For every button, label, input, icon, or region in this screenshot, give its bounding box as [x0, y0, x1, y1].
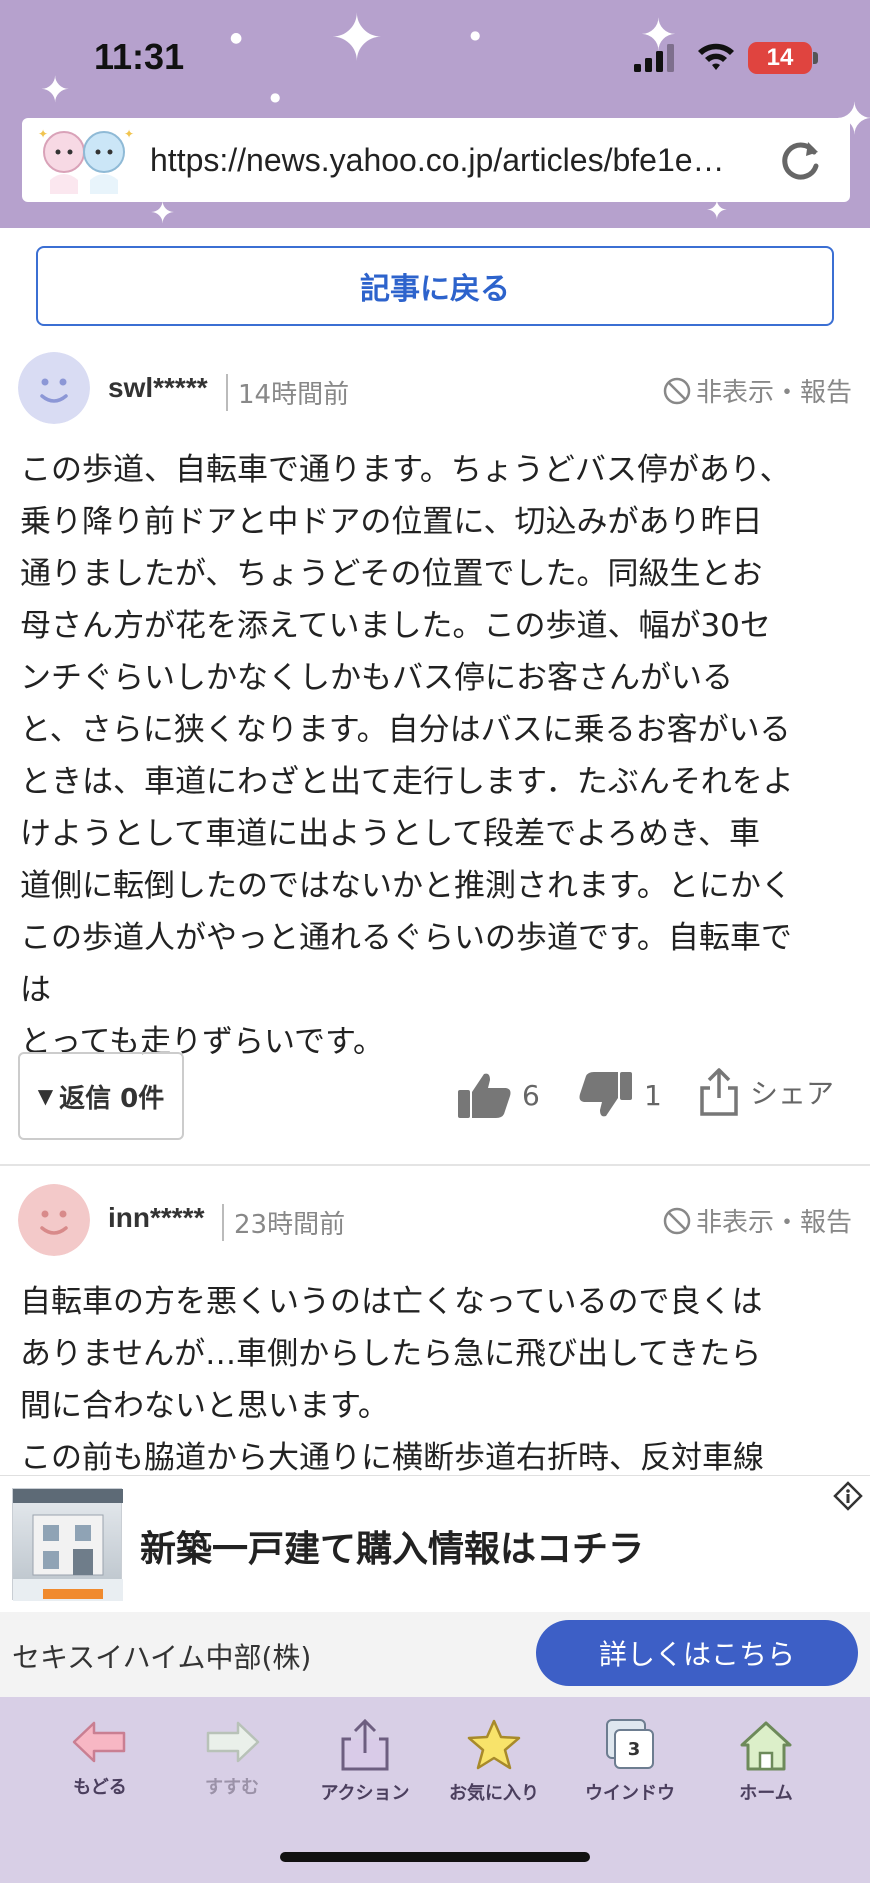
- back-to-article-button[interactable]: 記事に戻る: [36, 246, 834, 326]
- battery-cap: [813, 52, 818, 64]
- home-icon: [740, 1721, 792, 1771]
- back-arrow-icon: [72, 1721, 126, 1763]
- status-time: 11:31: [94, 36, 185, 77]
- thumbs-down-icon: [579, 1072, 632, 1117]
- svg-text:✦: ✦: [38, 127, 48, 141]
- toolbar-windows-button[interactable]: 3 ウインドウ: [570, 1717, 690, 1805]
- smiley-avatar-icon: [18, 352, 90, 424]
- advertisement[interactable]: 新築一戸建て購入情報はコチラ セキスイハイム中部(株) 詳しくはこちら: [0, 1475, 870, 1698]
- address-bar[interactable]: ✦ ✦ https://news.yahoo.co.jp/articles/bf…: [22, 118, 850, 202]
- block-icon: [663, 1207, 691, 1234]
- comment-time: 14時間前: [226, 374, 349, 411]
- comment-body: この歩道、自転車で通ります。ちょうどバス停があり、 乗り降り前ドアと中ドアの位置…: [20, 452, 794, 1060]
- toolbar-forward-button[interactable]: すすむ: [172, 1717, 292, 1799]
- toolbar-action-button[interactable]: アクション: [305, 1717, 425, 1805]
- comment-username[interactable]: swl*****: [108, 372, 208, 404]
- dislike-button[interactable]: 1: [578, 1070, 662, 1120]
- window-count-badge: 3: [614, 1729, 654, 1769]
- toolbar-home-button[interactable]: ホーム: [706, 1717, 826, 1805]
- ad-house-image: [12, 1488, 123, 1601]
- comment-divider: [0, 1164, 870, 1166]
- share-label: シェア: [750, 1077, 835, 1110]
- thumbs-up-icon: [458, 1073, 511, 1118]
- block-icon: [663, 377, 691, 404]
- cellular-signal-icon: [634, 44, 674, 72]
- ad-cta-button[interactable]: 詳しくはこちら: [536, 1620, 858, 1686]
- comment-time: 23時間前: [222, 1204, 345, 1241]
- toolbar-label: お気に入り: [449, 1783, 539, 1804]
- battery-indicator: 14: [748, 42, 812, 74]
- hide-report-label: 非表示・報告: [695, 1208, 852, 1238]
- hide-report-label: 非表示・報告: [695, 378, 852, 408]
- toolbar-label: もどる: [73, 1777, 127, 1798]
- toolbar-label: アクション: [320, 1783, 410, 1804]
- url-text[interactable]: https://news.yahoo.co.jp/articles/bfe1e…: [140, 142, 770, 179]
- reply-count-label: 返信 0件: [59, 1083, 165, 1114]
- ad-info-icon[interactable]: [832, 1480, 864, 1512]
- svg-text:✦: ✦: [124, 127, 134, 141]
- twin-stars-avatar-icon: ✦ ✦: [30, 122, 140, 198]
- toolbar-favorites-button[interactable]: お気に入り: [434, 1717, 554, 1805]
- home-indicator[interactable]: [280, 1852, 590, 1862]
- hide-report-link[interactable]: 非表示・報告: [662, 1202, 852, 1239]
- forward-arrow-icon: [206, 1721, 260, 1763]
- toolbar-label: ウインドウ: [585, 1783, 675, 1804]
- share-action-icon: [341, 1718, 389, 1771]
- comment-body: 自転車の方を悪くいうのは亡くなっているので良くは ありませんが…車側からしたら急…: [20, 1284, 764, 1476]
- star-icon: [467, 1719, 521, 1770]
- ad-footer: セキスイハイム中部(株) 詳しくはこちら: [0, 1612, 870, 1698]
- browser-header: ✦ ✦ ✦ ✦ ✦ ✦ ● ● ● 11:31 14 ✦ ✦ https://n…: [0, 0, 870, 228]
- reply-toggle-button[interactable]: ▼ 返信 0件: [18, 1052, 184, 1140]
- reload-icon[interactable]: [770, 130, 830, 190]
- comment-username[interactable]: inn*****: [108, 1202, 204, 1234]
- ad-title[interactable]: 新築一戸建て購入情報はコチラ: [140, 1520, 644, 1572]
- wifi-icon: [698, 43, 734, 70]
- toolbar-label: ホーム: [739, 1783, 793, 1804]
- status-bar: 11:31 14: [0, 0, 870, 110]
- share-icon: [700, 1068, 738, 1116]
- hide-report-link[interactable]: 非表示・報告: [662, 372, 852, 409]
- caret-down-icon: ▼: [37, 1084, 54, 1108]
- like-count: 6: [522, 1078, 540, 1112]
- share-button[interactable]: シェア: [698, 1066, 834, 1118]
- like-button[interactable]: 6: [456, 1070, 540, 1120]
- toolbar-label: すすむ: [205, 1777, 259, 1798]
- windows-icon: 3: [600, 1717, 660, 1773]
- smiley-avatar-icon: [18, 1184, 90, 1256]
- ad-company-name: セキスイハイム中部(株): [12, 1641, 312, 1674]
- toolbar-back-button[interactable]: もどる: [40, 1717, 160, 1799]
- dislike-count: 1: [644, 1078, 662, 1112]
